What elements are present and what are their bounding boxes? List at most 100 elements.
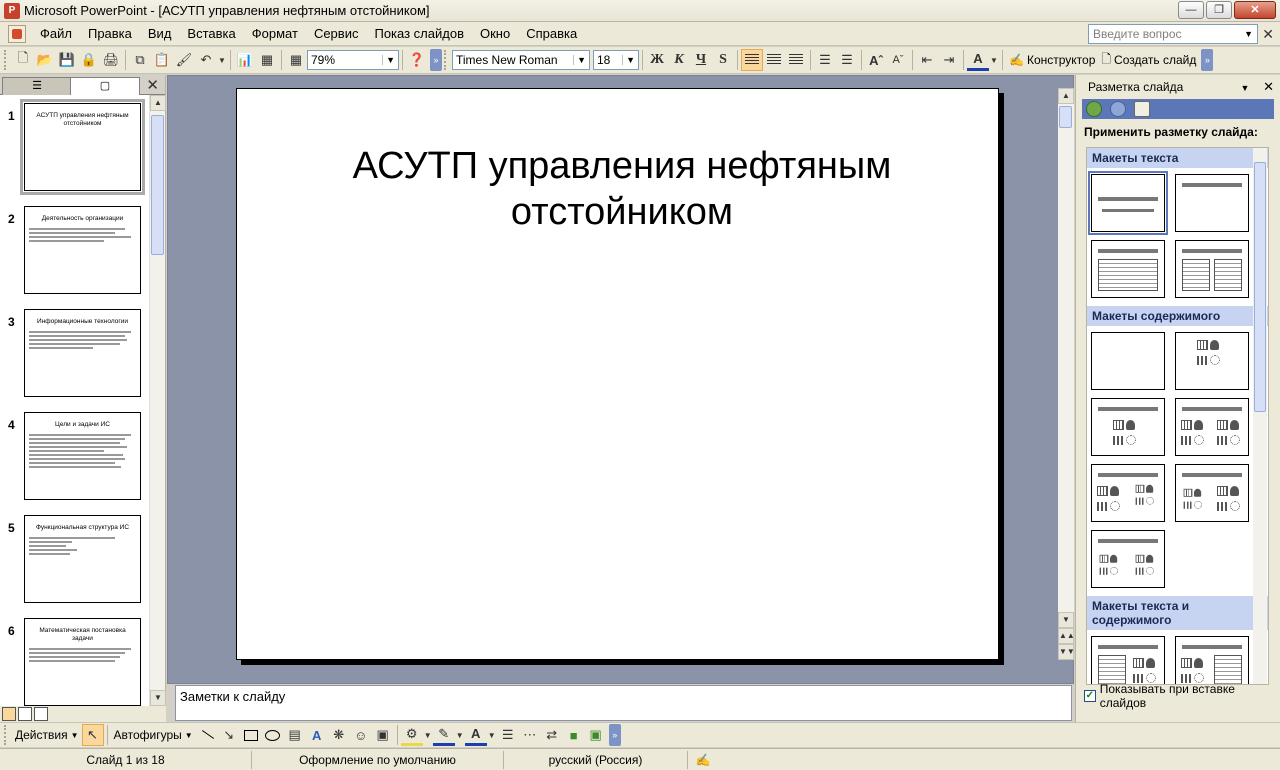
chevron-down-icon[interactable]: ▼	[622, 55, 635, 65]
layout-text-and-content[interactable]	[1091, 636, 1165, 684]
new-slide-button[interactable]: 🗋 Создать слайд	[1098, 50, 1199, 71]
layout-title-two-content[interactable]	[1175, 398, 1249, 456]
slide-sorter-view-icon[interactable]	[18, 707, 32, 721]
slide-thumb-row-2[interactable]: 2 Деятельность организации	[0, 198, 150, 301]
wordart-icon[interactable]: A	[306, 724, 328, 746]
undo-icon[interactable]: ↶	[195, 49, 217, 71]
actions-menu[interactable]: Действия ▼	[12, 728, 82, 742]
rectangle-tool-icon[interactable]	[240, 724, 262, 746]
arrow-style-icon[interactable]: ⇄	[541, 724, 563, 746]
chevron-down-icon[interactable]: ▼	[573, 55, 586, 65]
powerpoint-app-icon[interactable]: P	[4, 2, 20, 19]
font-color-icon[interactable]: A	[967, 49, 989, 71]
slide-thumbnail-2[interactable]: Деятельность организации	[24, 206, 141, 294]
align-left-icon[interactable]	[741, 49, 763, 71]
line-style-icon[interactable]: ☰	[497, 724, 519, 746]
scroll-thumb[interactable]	[1059, 106, 1072, 128]
diagram-icon[interactable]: ❋	[328, 724, 350, 746]
print-icon[interactable]: 🖨	[100, 49, 122, 71]
undo-dropdown-icon[interactable]: ▼	[217, 49, 227, 71]
increase-font-icon[interactable]: Aˆ	[865, 49, 887, 71]
layout-title-four-content[interactable]	[1091, 530, 1165, 588]
normal-view-icon[interactable]	[2, 707, 16, 721]
show-on-insert-option[interactable]: ✓ Показывать при вставке слайдов	[1084, 682, 1280, 710]
menu-slideshow[interactable]: Показ слайдов	[366, 22, 472, 46]
numbered-list-icon[interactable]: ☰	[814, 49, 836, 71]
font-name-select[interactable]: Times New Roman ▼	[452, 50, 590, 70]
help-icon[interactable]: ❓	[406, 49, 428, 71]
bulleted-list-icon[interactable]: ☰	[836, 49, 858, 71]
paste-icon[interactable]: 📋	[151, 49, 173, 71]
slide-thumb-row-4[interactable]: 4 Цели и задачи ИС	[0, 404, 150, 507]
bold-button[interactable]: Ж	[646, 49, 668, 71]
text-color-dropdown-icon[interactable]: ▼	[487, 724, 497, 746]
slide-thumb-row-1[interactable]: 1 АСУТП управления нефтяным отстойником	[0, 95, 150, 198]
show-grid-icon[interactable]: ▦	[285, 49, 307, 71]
oval-tool-icon[interactable]	[262, 724, 284, 746]
task-pane-menu-icon[interactable]: ▼	[1241, 83, 1250, 93]
line-color-icon[interactable]: ✎	[432, 724, 455, 746]
fill-color-dropdown-icon[interactable]: ▼	[423, 724, 433, 746]
increase-indent-icon[interactable]: ⇥	[938, 49, 960, 71]
slideshow-view-icon[interactable]	[34, 707, 48, 721]
close-window-button[interactable]: ✕	[1234, 1, 1276, 19]
dash-style-icon[interactable]: ⋯	[519, 724, 541, 746]
zoom-select[interactable]: 79% ▼	[307, 50, 399, 70]
save-icon[interactable]: 💾	[56, 49, 78, 71]
layout-blank[interactable]	[1091, 332, 1165, 390]
ask-question-input[interactable]: Введите вопрос ▼	[1088, 24, 1258, 44]
slide-thumb-row-5[interactable]: 5 Функциональная структура ИС	[0, 507, 150, 610]
toolbar-options-icon-2[interactable]: »	[1201, 49, 1214, 71]
slide-title[interactable]: АСУТП управления нефтяным отстойником	[297, 143, 947, 235]
menu-tools[interactable]: Сервис	[306, 22, 367, 46]
clipart-icon[interactable]: ☺	[350, 724, 372, 746]
layout-gallery-scrollbar[interactable]	[1253, 148, 1267, 684]
slide-thumbnail-1[interactable]: АСУТП управления нефтяным отстойником	[20, 99, 145, 195]
shadow-button[interactable]: S	[712, 49, 734, 71]
layout-title-only[interactable]	[1175, 174, 1249, 232]
3d-style-icon[interactable]: ▣	[585, 724, 607, 746]
notes-pane[interactable]: Заметки к слайду	[175, 685, 1072, 721]
layout-title-slide[interactable]	[1088, 171, 1168, 235]
scroll-down-icon[interactable]: ▼	[150, 690, 166, 706]
menu-help[interactable]: Справка	[518, 22, 585, 46]
home-icon[interactable]	[1134, 101, 1150, 117]
format-painter-icon[interactable]: 🖌	[173, 49, 195, 71]
insert-table-icon[interactable]: ▦	[256, 49, 278, 71]
menu-edit[interactable]: Правка	[80, 22, 140, 46]
chevron-down-icon[interactable]: ▼	[1244, 29, 1253, 39]
decrease-indent-icon[interactable]: ⇤	[916, 49, 938, 71]
decrease-font-icon[interactable]: Aˇ	[887, 49, 909, 71]
forward-icon[interactable]	[1110, 101, 1126, 117]
line-tool-icon[interactable]	[196, 724, 218, 746]
slide-scrollbar[interactable]: ▲ ▼ ▲▲ ▼▼	[1058, 88, 1075, 660]
next-slide-icon[interactable]: ▼▼	[1058, 644, 1075, 660]
layout-title-content-two[interactable]	[1091, 464, 1165, 522]
permission-icon[interactable]: 🔒	[78, 49, 100, 71]
menu-window[interactable]: Окно	[472, 22, 518, 46]
copy-icon[interactable]: ⧉	[129, 49, 151, 71]
chevron-down-icon[interactable]: ▼	[382, 55, 395, 65]
font-color-dropdown-icon[interactable]: ▼	[989, 49, 999, 71]
select-pointer-icon[interactable]: ↖	[81, 724, 104, 746]
show-on-insert-checkbox[interactable]: ✓	[1084, 690, 1096, 702]
toolbar-options-icon-3[interactable]: »	[608, 724, 621, 746]
document-icon[interactable]	[8, 24, 26, 43]
minimize-button[interactable]: —	[1178, 1, 1204, 19]
underline-button[interactable]: Ч	[690, 49, 712, 71]
restore-button[interactable]: ❐	[1206, 1, 1232, 19]
scroll-down-icon[interactable]: ▼	[1058, 612, 1074, 628]
slide-thumbnail-3[interactable]: Информационные технологии	[24, 309, 141, 397]
autoshapes-menu[interactable]: Автофигуры ▼	[111, 728, 196, 742]
slides-pane-scrollbar[interactable]: ▲ ▼	[149, 95, 166, 706]
new-document-icon[interactable]: 🗋	[12, 49, 34, 71]
scroll-thumb[interactable]	[151, 115, 164, 255]
layout-title-two-content-right[interactable]	[1175, 464, 1249, 522]
menu-format[interactable]: Формат	[244, 22, 306, 46]
toolbar-grip-2[interactable]	[444, 50, 448, 70]
fill-color-icon[interactable]: ⚙	[400, 724, 423, 746]
shadow-style-icon[interactable]: ■	[563, 724, 585, 746]
toolbar-grip[interactable]	[4, 50, 8, 70]
menu-view[interactable]: Вид	[140, 22, 180, 46]
scroll-up-icon[interactable]: ▲	[1058, 88, 1074, 104]
